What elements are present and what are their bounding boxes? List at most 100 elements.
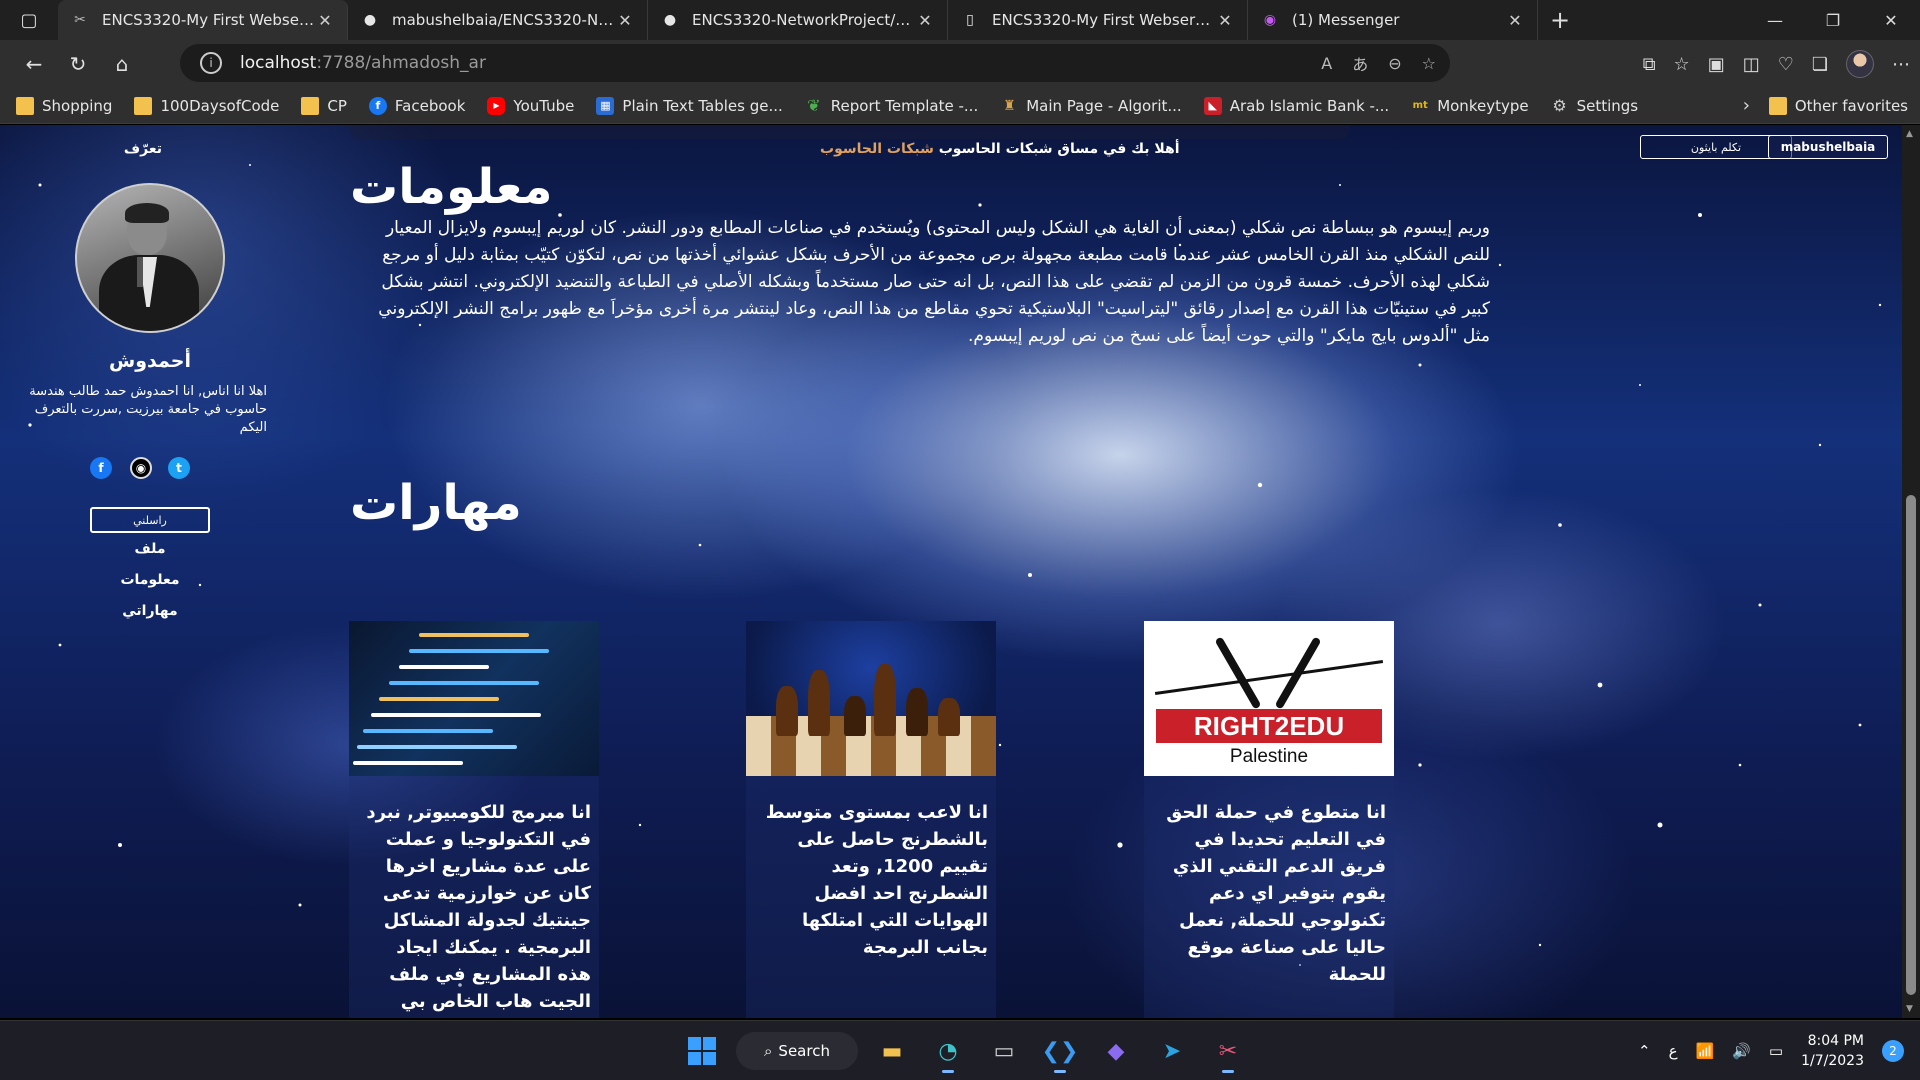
translate-icon[interactable]: あ [1352,51,1368,75]
sidebar-link-info[interactable]: معلومات [90,572,210,588]
tab-webserver-2[interactable]: ▯ ENCS3320-My First Webserver ✕ [948,0,1248,40]
contact-me-button[interactable]: راسلني [90,507,210,533]
scroll-up-icon[interactable]: ▲ [1906,129,1913,139]
skill-card-text: انا مبرمج للكومبيوتر, نبرد في التكنولوجي… [366,802,591,1012]
bookmark-settings[interactable]: ⚙ Settings [1551,96,1639,115]
obsidian-icon[interactable]: ◆ [1094,1029,1138,1073]
extensions-icon[interactable]: ⧉ [1643,54,1656,75]
page-icon: ▯ [966,12,974,28]
scroll-down-icon[interactable]: ▼ [1906,1004,1913,1014]
vscode-icon[interactable]: ❮❯ [1038,1029,1082,1073]
window-controls: — ❐ ✕ [1746,0,1920,40]
tab-title: (1) Messenger [1292,11,1400,29]
restore-icon[interactable]: ❐ [1804,0,1862,40]
profile-name: أحمدوش [109,350,191,372]
bookmark-youtube[interactable]: ▶ YouTube [487,96,574,115]
github-icon: ● [363,12,377,28]
monkeytype-icon: mt [1412,100,1428,111]
info-paragraph: وريم إيبسوم هو ببساطة نص شكلي (بمعنى أن … [378,218,1490,346]
page-scrollbar[interactable]: ▲ ▼ [1902,125,1920,1018]
tool-icon: ✂ [74,12,86,28]
chess-image [746,621,996,776]
close-icon[interactable]: ✕ [1215,11,1235,30]
user-button[interactable]: mabushelbaia [1768,135,1888,159]
tab-title: ENCS3320-My First Webserver [992,11,1215,29]
folder-icon [301,96,320,115]
github-icon[interactable]: ◉ [130,457,152,479]
sidebar-link-skills[interactable]: مهاراتي [90,603,210,619]
facebook-icon[interactable]: f [90,457,112,479]
sidebar-link-file[interactable]: ملف [90,541,210,557]
tab-messenger[interactable]: ◉ (1) Messenger ✕ [1248,0,1538,40]
workspaces-icon[interactable]: ❏ [1812,54,1828,75]
close-icon[interactable]: ✕ [615,11,635,30]
bookmark-label: Main Page - Algorit... [1026,96,1182,115]
web-page: أهلا بك في مساق شبكات الحاسوب شبكات الحا… [0,125,1902,1018]
terminal-icon[interactable]: ▭ [982,1029,1026,1073]
start-button[interactable] [680,1029,724,1073]
screenshot-icon[interactable]: ◫ [1743,54,1760,75]
performance-icon[interactable]: ♡ [1778,54,1794,75]
home-icon[interactable]: ⌂ [100,44,144,84]
search-icon: ⌕ [764,1042,773,1060]
twitter-icon[interactable]: t [168,457,190,479]
wifi-icon[interactable]: 📶 [1696,1042,1715,1060]
profile-avatar[interactable] [1846,50,1874,78]
site-info-icon[interactable]: i [200,52,222,74]
tab-title: mabushelbaia/ENCS3320-Netwo [392,11,615,29]
volume-icon[interactable]: 🔊 [1732,1042,1751,1060]
code-image [349,621,599,776]
tab-github-1[interactable]: ● mabushelbaia/ENCS3320-Netwo ✕ [348,0,648,40]
close-icon[interactable]: ✕ [915,11,935,30]
add-favorite-icon[interactable]: ☆ [1422,54,1436,73]
tab-webserver-1[interactable]: ✂ ENCS3320-My First Webserver ✕ [58,0,348,40]
close-icon[interactable]: ✕ [1505,11,1525,30]
file-explorer-icon[interactable]: ▬ [870,1029,914,1073]
chevron-right-icon[interactable]: › [1743,95,1750,116]
bookmark-100days[interactable]: 100DaysofCode [134,96,280,115]
chevron-up-icon[interactable]: ⌃ [1638,1042,1651,1060]
favorites-icon[interactable]: ☆ [1674,54,1690,75]
tab-github-2[interactable]: ● ENCS3320-NetworkProject/R2E.j ✕ [648,0,948,40]
collections-icon[interactable]: ▣ [1708,54,1725,75]
zoom-icon[interactable]: ⊖ [1388,54,1401,73]
bookmark-cp[interactable]: CP [301,96,347,115]
clock[interactable]: 8:04 PM 1/7/2023 [1801,1031,1864,1071]
bookmarks-bar: Shopping 100DaysofCode CP f Facebook ▶ You… [0,88,1920,124]
bookmark-monkeytype[interactable]: mt Monkeytype [1411,97,1529,115]
snipping-tool-icon[interactable]: ✂ [1206,1029,1250,1073]
tab-bar: ▢ ✂ ENCS3320-My First Webserver ✕ ● mabu… [0,0,1920,40]
close-icon[interactable]: ✕ [315,11,335,30]
notification-badge[interactable]: 2 [1882,1040,1904,1062]
sidebar-title: تعرّف [123,141,163,157]
bookmark-report[interactable]: ❦ Report Template -... [805,96,978,115]
skill-card-chess: انا لاعب بمستوى متوسط بالشطرنج حاصل على … [746,621,996,1018]
bookmark-facebook[interactable]: f Facebook [368,96,465,115]
close-window-icon[interactable]: ✕ [1862,0,1920,40]
minimize-icon[interactable]: — [1746,0,1804,40]
back-icon[interactable]: ← [12,44,56,84]
browser-toolbar: ← ↻ ⌂ i localhost:7788/ahmadosh_ar A あ ⊖… [0,40,1920,88]
new-tab-button[interactable]: + [1538,0,1582,40]
more-menu-icon[interactable]: ⋯ [1892,54,1910,75]
tab-actions-icon[interactable]: ▢ [0,0,58,40]
bookmark-plaintext[interactable]: ▦ Plain Text Tables ge... [596,96,783,115]
bookmark-algorithms[interactable]: ♜ Main Page - Algorit... [1000,97,1182,115]
telegram-icon[interactable]: ➤ [1150,1029,1194,1073]
github-icon: ● [663,12,677,28]
scroll-thumb[interactable] [1906,495,1916,995]
refresh-icon[interactable]: ↻ [56,44,100,84]
language-indicator[interactable]: ع [1669,1042,1678,1060]
bookmark-shopping[interactable]: Shopping [16,96,112,115]
bookmark-bank[interactable]: ◣ Arab Islamic Bank -... [1203,96,1389,115]
read-aloud-icon[interactable]: A [1321,54,1332,73]
folder-icon [1768,96,1787,115]
edge-icon[interactable]: ◔ [926,1029,970,1073]
battery-icon[interactable]: ▭ [1769,1042,1783,1060]
bookmark-label: Settings [1576,96,1639,115]
address-bar[interactable]: i localhost:7788/ahmadosh_ar A あ ⊖ ☆ [180,44,1450,82]
skills-title: مهارات [350,475,522,531]
taskbar-search[interactable]: ⌕ Search [736,1032,858,1070]
bookmark-other-favorites[interactable]: Other favorites [1768,96,1908,115]
bookmark-label: 100DaysofCode [160,96,280,115]
